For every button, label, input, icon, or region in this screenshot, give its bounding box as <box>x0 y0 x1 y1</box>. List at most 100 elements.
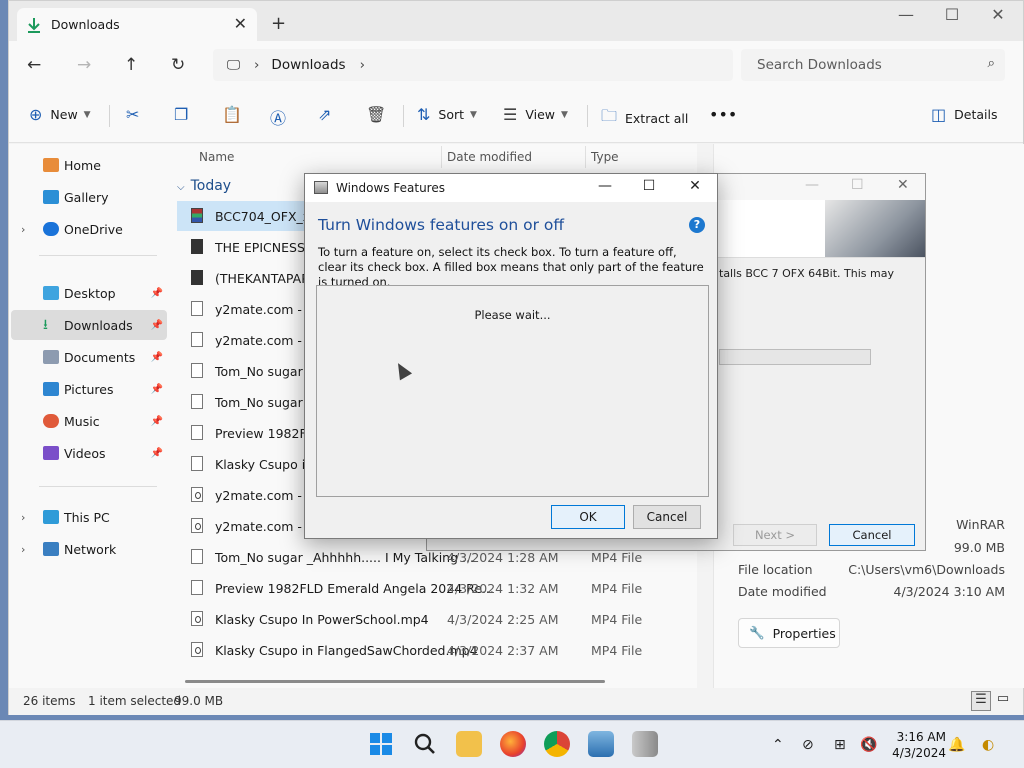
sidebar-item-pictures[interactable]: Pictures 📌 <box>11 374 167 404</box>
details-view-button[interactable]: ☰ <box>971 691 991 711</box>
column-divider[interactable] <box>585 146 586 168</box>
help-icon[interactable]: ? <box>689 217 705 233</box>
sidebar-item-music[interactable]: Music 📌 <box>11 406 167 436</box>
wrench-icon: 🔧 <box>749 625 765 640</box>
network-off-icon[interactable]: ⊘ <box>802 737 814 753</box>
installer-cancel-button[interactable]: Cancel <box>829 524 915 546</box>
sidebar-item-home[interactable]: Home <box>11 150 167 180</box>
column-divider[interactable] <box>441 146 442 168</box>
group-header-today[interactable]: ⌵ Today <box>177 178 231 194</box>
properties-label: Properties <box>772 625 836 641</box>
sidebar-item-this-pc[interactable]: › This PC <box>11 502 167 532</box>
sidebar-item-network[interactable]: › Network <box>11 534 167 564</box>
new-tab-button[interactable]: + <box>271 13 286 34</box>
sort-button[interactable]: ⇅ Sort ▼ <box>417 105 477 124</box>
volume-icon[interactable]: 🔇 <box>860 737 877 753</box>
pin-icon: 📌 <box>150 319 163 331</box>
remote-desktop-icon[interactable] <box>588 731 614 757</box>
extract-icon: 🗀 <box>601 106 618 125</box>
chrome-icon[interactable] <box>544 731 570 757</box>
clock[interactable]: 3:16 AM 4/3/2024 <box>890 729 946 761</box>
features-tree[interactable]: Please wait... <box>316 285 709 497</box>
close-window-button[interactable]: ✕ <box>975 5 1021 24</box>
tiles-view-button[interactable]: ▭ <box>993 691 1013 711</box>
search-button[interactable] <box>412 731 438 757</box>
paste-button[interactable]: 📋 <box>222 105 250 124</box>
file-explorer-taskbar-icon[interactable] <box>456 731 482 757</box>
next-button[interactable]: Next > <box>733 524 817 546</box>
file-row[interactable]: Klasky Csupo In PowerSchool.mp4 4/3/2024 … <box>177 604 697 634</box>
rename-button[interactable]: Ⓐ <box>270 105 294 129</box>
ok-button[interactable]: OK <box>551 505 625 529</box>
chevron-up-icon[interactable]: ⌃ <box>772 737 784 753</box>
sidebar-item-gallery[interactable]: Gallery <box>11 182 167 212</box>
extract-all-button[interactable]: 🗀 Extract all <box>601 105 688 132</box>
computer-icon <box>43 510 59 524</box>
address-bar[interactable]: 🖵 › Downloads › <box>213 49 733 81</box>
sort-label: Sort <box>438 107 465 122</box>
sidebar-item-label: Pictures <box>64 381 114 397</box>
close-tab-icon[interactable]: ✕ <box>234 14 247 33</box>
bell-icon[interactable]: 🔔 <box>948 737 965 753</box>
maximize-button[interactable]: ☐ <box>929 5 975 24</box>
view-icon: ☰ <box>503 105 518 124</box>
column-header-name[interactable]: Name <box>199 150 234 164</box>
new-button[interactable]: ⊕ New ▼ <box>29 105 91 124</box>
sidebar-item-label: Network <box>64 541 117 557</box>
minimize-button[interactable]: — <box>805 177 819 193</box>
sidebar-item-documents[interactable]: Documents 📌 <box>11 342 167 372</box>
file-type: MP4 File <box>591 581 643 596</box>
file-icon <box>191 394 203 409</box>
forward-button[interactable]: → <box>77 55 91 75</box>
cut-button[interactable]: ✂ <box>126 105 147 124</box>
file-row[interactable]: Preview 1982FLD Emerald Angela 2024 Re..… <box>177 573 697 603</box>
share-button[interactable]: ⇗ <box>318 105 339 124</box>
file-row[interactable]: Klasky Csupo in FlangedSawChorded.mp4 4/3… <box>177 635 697 665</box>
horizontal-scrollbar[interactable] <box>185 680 605 683</box>
back-button[interactable]: ← <box>27 55 41 75</box>
installer-taskbar-icon[interactable] <box>632 731 658 757</box>
view-button[interactable]: ☰ View ▼ <box>503 105 568 124</box>
breadcrumb-downloads[interactable]: Downloads <box>271 57 345 73</box>
refresh-button[interactable]: ↻ <box>171 55 185 75</box>
copy-button[interactable]: ❐ <box>174 105 196 124</box>
sidebar-item-desktop[interactable]: Desktop 📌 <box>11 278 167 308</box>
column-header-type[interactable]: Type <box>591 150 619 164</box>
clock-date: 4/3/2024 <box>892 746 946 760</box>
details-label: Details <box>954 107 998 122</box>
chevron-right-icon[interactable]: › <box>21 511 25 524</box>
sidebar-item-onedrive[interactable]: › OneDrive <box>11 214 167 244</box>
close-window-button[interactable]: ✕ <box>897 177 909 193</box>
detail-size-value: 99.0 MB <box>953 540 1005 555</box>
maximize-button[interactable]: ☐ <box>629 178 669 194</box>
tab-bar: Downloads ✕ + — ☐ ✕ <box>9 1 1023 41</box>
pin-icon: 📌 <box>150 383 163 395</box>
see-more-button[interactable]: ••• <box>709 105 737 124</box>
delete-button[interactable]: 🗑 <box>366 105 394 124</box>
details-button[interactable]: ◫ Details <box>931 105 997 124</box>
copilot-pre-icon[interactable]: ◐ <box>982 737 994 753</box>
search-input[interactable]: Search Downloads ⌕ <box>741 49 1005 81</box>
firefox-icon[interactable] <box>500 731 526 757</box>
properties-button[interactable]: 🔧 Properties <box>738 618 840 648</box>
minimize-button[interactable]: — <box>585 178 625 194</box>
sidebar-item-label: Home <box>64 157 101 173</box>
address-bar-row: ← → ↑ ↻ 🖵 › Downloads › Search Downloads… <box>9 41 1023 91</box>
up-button[interactable]: ↑ <box>124 55 138 75</box>
search-placeholder: Search Downloads <box>757 57 882 73</box>
cancel-button[interactable]: Cancel <box>633 505 701 529</box>
minimize-button[interactable]: — <box>883 5 929 24</box>
tab-title: Downloads <box>51 17 120 32</box>
sidebar-item-downloads[interactable]: ⭳ Downloads 📌 <box>11 310 167 340</box>
file-date: 4/3/2024 1:28 AM <box>447 550 559 565</box>
close-dialog-button[interactable]: ✕ <box>675 178 715 194</box>
start-button[interactable] <box>368 731 394 757</box>
dialog-description: To turn a feature on, select its check b… <box>318 245 704 289</box>
display-icon[interactable]: ⊞ <box>834 737 846 753</box>
tab-downloads[interactable]: Downloads ✕ <box>17 8 257 41</box>
chevron-right-icon[interactable]: › <box>21 223 25 236</box>
chevron-right-icon[interactable]: › <box>21 543 25 556</box>
sidebar-item-videos[interactable]: Videos 📌 <box>11 438 167 468</box>
maximize-button[interactable]: ☐ <box>851 177 864 193</box>
column-header-date[interactable]: Date modified <box>447 150 532 164</box>
